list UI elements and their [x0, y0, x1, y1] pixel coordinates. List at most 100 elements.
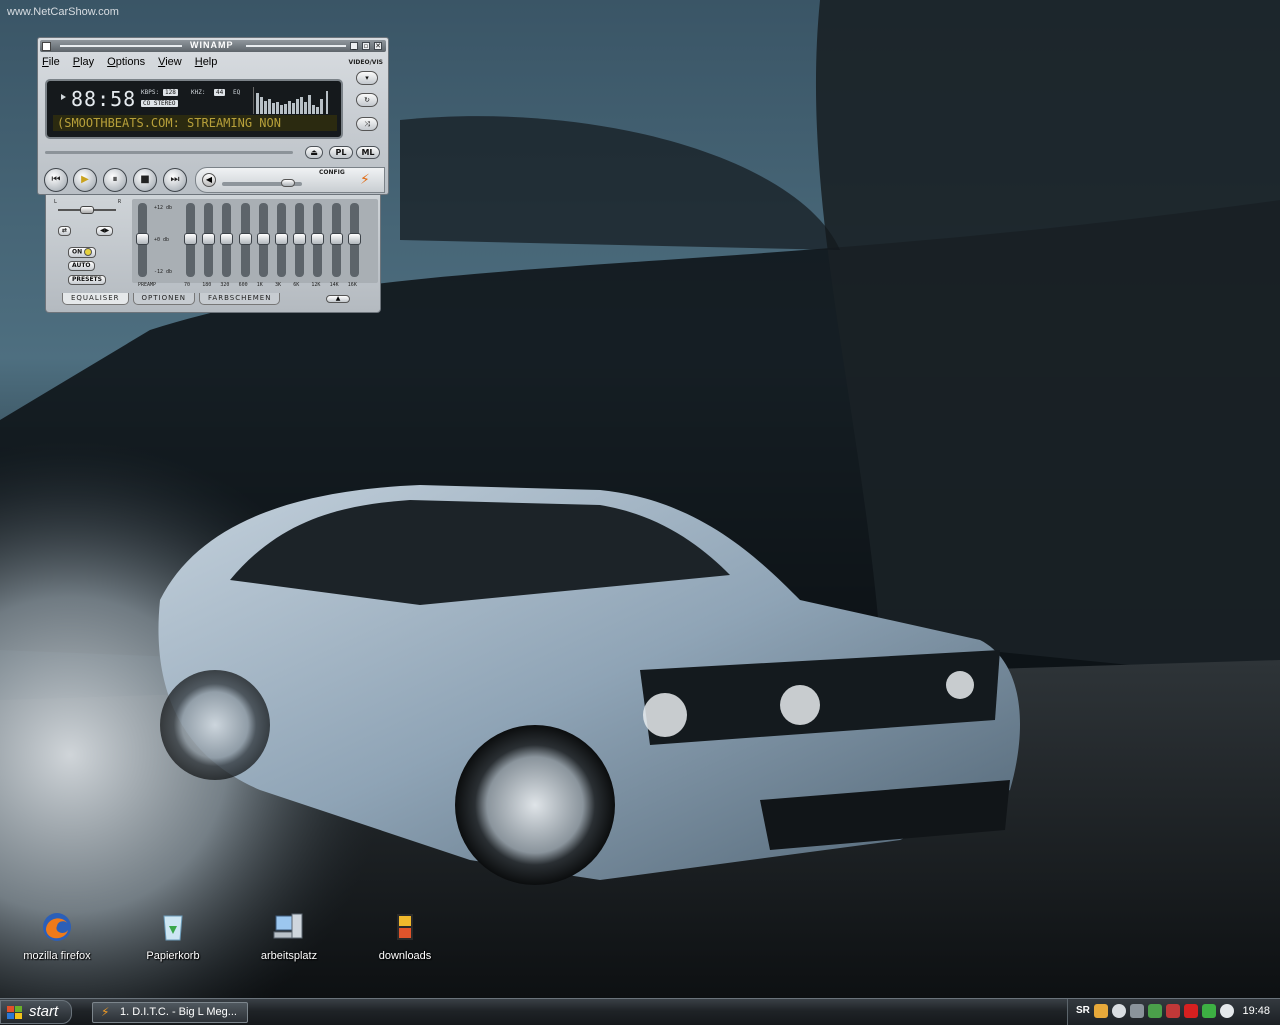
- eq-band-slider[interactable]: [311, 203, 325, 277]
- messenger-tray-icon[interactable]: [1202, 1004, 1216, 1018]
- winamp-display: 88:58 KBPS: 128 KHZ: 44 EQ CO STEREO (SM…: [45, 79, 343, 139]
- balance-knob[interactable]: [80, 206, 94, 214]
- eq-band-label: 70: [184, 282, 191, 288]
- eq-band-knob[interactable]: [202, 233, 216, 245]
- kbps-value: 128: [163, 89, 178, 96]
- eq-on-led-icon: [84, 248, 93, 256]
- eq-auto-button[interactable]: AUTO: [68, 261, 95, 271]
- eq-nav-button[interactable]: ◀▶: [96, 226, 114, 236]
- start-label: start: [29, 1003, 59, 1020]
- eq-band-slider[interactable]: [238, 203, 252, 277]
- preamp-knob[interactable]: [136, 233, 149, 245]
- shade-icon[interactable]: ▫: [362, 42, 370, 50]
- tab-equaliser[interactable]: EQUALISER: [62, 293, 129, 305]
- flag-tray-icon[interactable]: [1166, 1004, 1180, 1018]
- menu-view[interactable]: View: [158, 56, 189, 68]
- network-tray-icon[interactable]: [1112, 1004, 1126, 1018]
- spectrum-visualizer[interactable]: [253, 87, 334, 114]
- volume-slider[interactable]: [222, 179, 302, 187]
- minimize-icon[interactable]: _: [350, 42, 358, 50]
- next-button[interactable]: ⏭: [163, 168, 187, 192]
- winamp-tray-icon[interactable]: [1094, 1004, 1108, 1018]
- shuffle-button[interactable]: ⤨: [356, 117, 378, 131]
- winamp-bolt-icon[interactable]: ⚡: [360, 172, 370, 188]
- eq-band-slider[interactable]: [202, 203, 216, 277]
- desktop-icon-firefox[interactable]: mozilla firefox: [7, 910, 107, 962]
- menu-play[interactable]: Play: [73, 56, 101, 68]
- pause-button[interactable]: ⏸: [103, 168, 127, 192]
- volume-tray-icon[interactable]: [1130, 1004, 1144, 1018]
- eq-band-knob[interactable]: [220, 233, 234, 245]
- firefox-icon: [40, 910, 74, 944]
- desktop-icon-label: mozilla firefox: [23, 950, 91, 962]
- crossfade-button[interactable]: ⇄: [58, 226, 72, 236]
- eq-on-button[interactable]: ON: [68, 247, 97, 258]
- volume-knob[interactable]: [281, 179, 296, 187]
- winamp-titlebar[interactable]: WINAMP _ ▫ ✕: [40, 40, 386, 52]
- eq-band-knob[interactable]: [329, 233, 343, 245]
- balance-slider[interactable]: [58, 206, 116, 214]
- balance-right-label: R: [118, 199, 122, 205]
- song-title-ticker[interactable]: (SMOOTHBEATS.COM: STREAMING NON: [53, 115, 337, 131]
- eq-band-knob[interactable]: [293, 233, 307, 245]
- speaker-icon[interactable]: ◀: [202, 173, 216, 187]
- desktop-icon-recycle-bin[interactable]: Papierkorb: [123, 910, 223, 962]
- eq-presets-button[interactable]: PRESETS: [68, 275, 106, 285]
- system-tray: SR 19:48: [1067, 999, 1280, 1025]
- config-label[interactable]: CONFIG: [319, 169, 345, 176]
- repeat-button[interactable]: ↻: [356, 93, 378, 107]
- eq-band-slider[interactable]: [220, 203, 234, 277]
- eq-band-knob[interactable]: [256, 233, 270, 245]
- menu-help[interactable]: Help: [195, 56, 225, 68]
- play-button[interactable]: ▶: [73, 168, 97, 192]
- eq-band-knob[interactable]: [311, 233, 325, 245]
- language-indicator-icon[interactable]: SR: [1076, 1005, 1090, 1016]
- taskbar-item-winamp[interactable]: ⚡ 1. D.I.T.C. - Big L Meg...: [92, 1002, 248, 1023]
- eq-collapse-button[interactable]: ▲: [326, 295, 350, 303]
- eq-band-knob[interactable]: [347, 233, 361, 245]
- elapsed-time[interactable]: 88:58: [71, 87, 136, 111]
- winamp-logo-icon[interactable]: [42, 42, 51, 51]
- preamp-slider[interactable]: [136, 203, 149, 277]
- stop-button[interactable]: ■: [133, 168, 157, 192]
- eq-band-slider[interactable]: [184, 203, 197, 277]
- downloads-folder-icon: [388, 910, 422, 944]
- eq-band-knob[interactable]: [238, 233, 252, 245]
- next-icon: ⏭: [170, 174, 180, 185]
- eq-on-label: ON: [72, 248, 83, 256]
- winamp-menubar: File Play Options View Help: [42, 56, 230, 68]
- eq-sliders: +12 db +0 db -12 db: [132, 199, 378, 283]
- start-button[interactable]: start: [0, 1000, 72, 1024]
- close-icon[interactable]: ✕: [374, 42, 382, 50]
- security-tray-icon[interactable]: [1148, 1004, 1162, 1018]
- winamp-main-window: WINAMP _ ▫ ✕ File Play Options View Help…: [37, 37, 389, 195]
- playlist-button[interactable]: PL: [329, 146, 353, 159]
- antivirus-tray-icon[interactable]: [1184, 1004, 1198, 1018]
- seek-bar[interactable]: [45, 151, 293, 154]
- eject-button[interactable]: ⏏: [305, 146, 323, 159]
- eq-band-label: 600: [238, 282, 248, 288]
- eq-band-slider[interactable]: [347, 203, 361, 277]
- desktop-icon-my-computer[interactable]: arbeitsplatz: [239, 910, 339, 962]
- menu-options[interactable]: Options: [107, 56, 152, 68]
- video-vis-dropdown[interactable]: ▾: [356, 71, 378, 85]
- menu-file[interactable]: File: [42, 56, 67, 68]
- taskbar-clock[interactable]: 19:48: [1242, 1005, 1270, 1017]
- previous-button[interactable]: ⏮: [44, 168, 68, 192]
- eq-band-slider[interactable]: [256, 203, 270, 277]
- eq-band-knob[interactable]: [184, 233, 197, 245]
- desktop-icon-label: Papierkorb: [146, 950, 200, 962]
- eq-band-label: 320: [220, 282, 230, 288]
- desktop-icon-downloads[interactable]: downloads: [355, 910, 455, 962]
- eq-band-slider[interactable]: [275, 203, 288, 277]
- winamp-title: WINAMP: [190, 40, 234, 50]
- media-library-button[interactable]: ML: [356, 146, 380, 159]
- db-mid-label: +0 db: [154, 237, 170, 243]
- eq-band-knob[interactable]: [275, 233, 288, 245]
- tab-farbschemen[interactable]: FARBSCHEMEN: [199, 293, 281, 305]
- preamp-label: PREAMP: [138, 282, 157, 288]
- eq-band-slider[interactable]: [329, 203, 343, 277]
- eq-band-slider[interactable]: [293, 203, 307, 277]
- tab-optionen[interactable]: OPTIONEN: [132, 293, 196, 305]
- update-tray-icon[interactable]: [1220, 1004, 1234, 1018]
